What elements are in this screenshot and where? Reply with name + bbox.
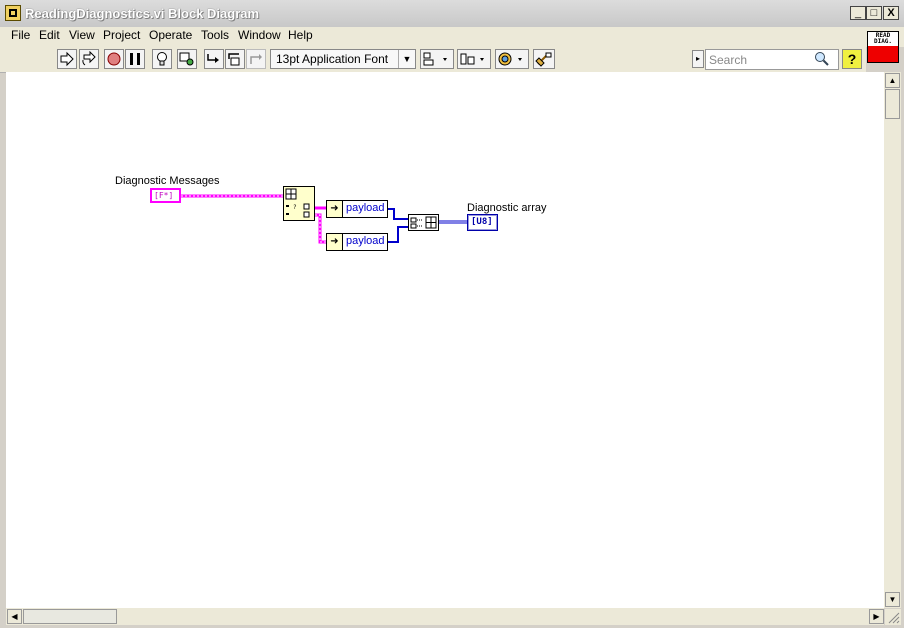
index-array-node[interactable]: ? bbox=[283, 186, 315, 221]
unbundle-field-payload-1: payload bbox=[346, 202, 385, 214]
scroll-up-arrow-icon[interactable]: ▲ bbox=[885, 73, 900, 88]
svg-text:?: ? bbox=[293, 204, 297, 211]
diagram-wires bbox=[181, 194, 468, 244]
vertical-scrollbar[interactable] bbox=[884, 72, 901, 608]
horizontal-scroll-thumb[interactable] bbox=[23, 609, 117, 624]
scroll-left-arrow-icon[interactable]: ◀ bbox=[7, 609, 22, 624]
vertical-scroll-thumb[interactable] bbox=[885, 89, 900, 119]
unbundle-field-payload-2: payload bbox=[346, 235, 385, 247]
arrow-right-icon: ➜ bbox=[327, 234, 343, 250]
unbundle-by-name-node-2[interactable]: ➜ payload bbox=[326, 233, 388, 251]
build-array-icon bbox=[410, 216, 437, 229]
resize-grip-icon[interactable] bbox=[885, 609, 901, 625]
scroll-down-arrow-icon[interactable]: ▼ bbox=[885, 592, 900, 607]
diagnostic-messages-terminal[interactable]: [F*] bbox=[150, 188, 181, 203]
arrow-right-icon: ➜ bbox=[327, 201, 343, 217]
diagnostic-messages-label: Diagnostic Messages bbox=[115, 175, 220, 187]
index-array-icon: ? bbox=[285, 188, 310, 218]
scroll-right-arrow-icon[interactable]: ▶ bbox=[869, 609, 884, 624]
build-array-node[interactable] bbox=[408, 214, 439, 231]
diagnostic-array-label: Diagnostic array bbox=[467, 202, 547, 214]
diagnostic-array-terminal[interactable]: [U8] bbox=[467, 214, 498, 231]
horizontal-scrollbar[interactable] bbox=[6, 608, 884, 625]
resize-grip-lines bbox=[888, 612, 900, 624]
unbundle-by-name-node-1[interactable]: ➜ payload bbox=[326, 200, 388, 218]
